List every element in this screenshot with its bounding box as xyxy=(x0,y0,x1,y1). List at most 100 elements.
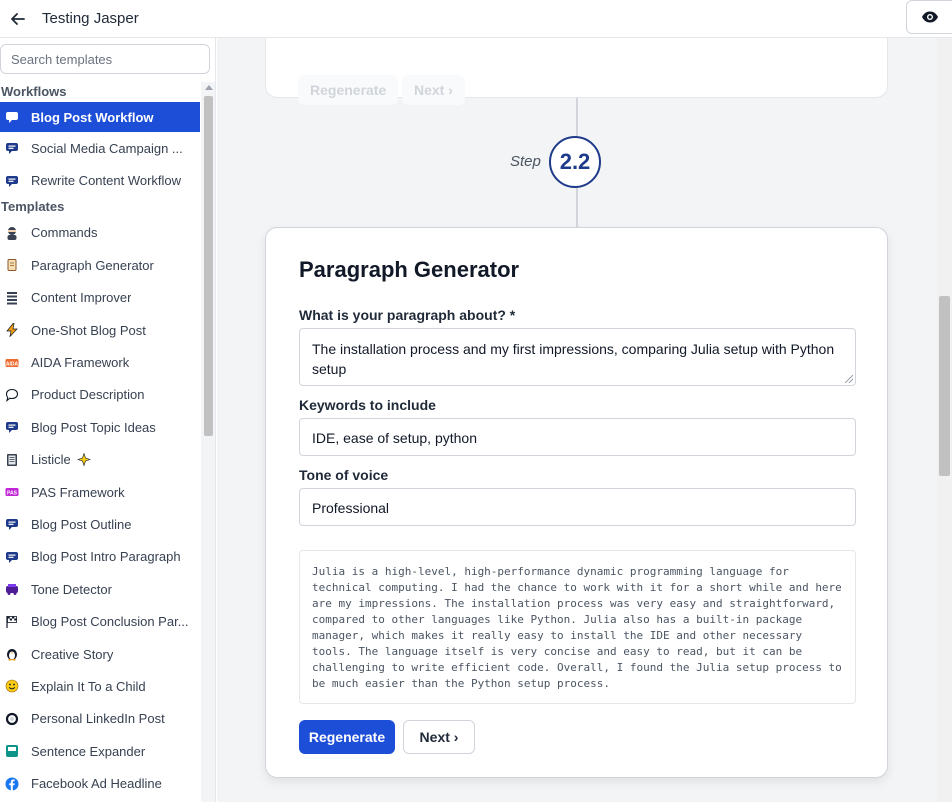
lines-icon xyxy=(5,291,19,305)
sidebar-item-label: AIDA Framework xyxy=(31,355,130,371)
sidebar-item-label: Social Media Campaign ... xyxy=(31,140,183,156)
speech-bubble-icon xyxy=(5,388,19,402)
sidebar-item-sentence-expander[interactable]: Sentence Expander xyxy=(0,735,200,767)
chat-icon xyxy=(5,420,19,434)
sidebar-item-blog-post-topic-ideas[interactable]: Blog Post Topic Ideas xyxy=(0,411,200,443)
sidebar-item-creative-story[interactable]: Creative Story xyxy=(0,638,200,670)
tone-label: Tone of voice xyxy=(299,467,389,483)
regenerate-button[interactable]: Regenerate xyxy=(299,720,395,754)
tone-icon xyxy=(5,582,19,596)
list-icon xyxy=(5,453,19,467)
penguin-icon xyxy=(5,647,19,661)
step-connector-top xyxy=(576,98,578,138)
flag-icon xyxy=(5,615,19,629)
sidebar-item-blog-post-intro-paragraph[interactable]: Blog Post Intro Paragraph xyxy=(0,541,200,573)
top-bar: Testing Jasper xyxy=(0,0,952,38)
sidebar-item-content-improver[interactable]: Content Improver xyxy=(0,282,200,314)
square-icon xyxy=(5,744,19,758)
paragraph-about-textarea[interactable]: The installation process and my first im… xyxy=(299,328,856,386)
sidebar-item-blog-post-outline[interactable]: Blog Post Outline xyxy=(0,508,200,540)
sidebar-item-label: Tone Detector xyxy=(31,581,112,597)
sidebar-item-one-shot-blog-post[interactable]: One-Shot Blog Post xyxy=(0,314,200,346)
sidebar-item-label: Blog Post Conclusion Par... xyxy=(31,614,189,630)
lightning-icon xyxy=(5,323,19,338)
sidebar-item-aida-framework[interactable]: AIDA AIDA Framework xyxy=(0,346,200,378)
sidebar-item-blog-post-conclusion-par[interactable]: Blog Post Conclusion Par... xyxy=(0,605,200,637)
search-templates-input[interactable] xyxy=(0,44,210,74)
main-scrollbar[interactable] xyxy=(937,38,952,802)
keywords-input[interactable]: IDE, ease of setup, python xyxy=(299,418,856,456)
paragraph-about-label: What is your paragraph about? * xyxy=(299,307,516,323)
tone-value: Professional xyxy=(312,500,390,516)
sidebar-item-facebook-ad-headline[interactable]: Facebook Ad Headline xyxy=(0,767,200,799)
next-button[interactable]: Next › xyxy=(403,720,475,754)
search-wrapper xyxy=(0,44,210,74)
svg-text:AIDA: AIDA xyxy=(6,361,19,367)
sidebar-item-pas-framework[interactable]: PAS PAS Framework xyxy=(0,476,200,508)
sidebar-item-label: Content Improver xyxy=(31,290,132,306)
sidebar-item-commands[interactable]: Commands xyxy=(0,217,200,249)
sidebar-item-label: Blog Post Workflow xyxy=(31,109,154,125)
chat-icon xyxy=(5,517,19,531)
keywords-label: Keywords to include xyxy=(299,397,436,413)
scroll-up-arrow-icon[interactable] xyxy=(205,85,213,90)
sidebar-scrollbar[interactable] xyxy=(201,82,215,802)
sidebar-item-label: Paragraph Generator xyxy=(31,257,154,273)
eye-icon xyxy=(921,11,938,23)
sidebar-item-paragraph-generator[interactable]: Paragraph Generator xyxy=(0,249,200,281)
paragraph-generator-card: Paragraph Generator What is your paragra… xyxy=(265,227,888,778)
chat-icon xyxy=(5,174,19,188)
sidebar-item-label: Product Description xyxy=(31,387,145,403)
previous-next-button[interactable]: Next › xyxy=(402,75,465,105)
step-label: Step xyxy=(510,153,541,170)
document-title[interactable]: Testing Jasper xyxy=(42,10,139,27)
sidebar-item-label: Creative Story xyxy=(31,646,114,662)
sidebar-item-social-media-campaign[interactable]: Social Media Campaign ... xyxy=(0,132,200,164)
preview-button[interactable] xyxy=(906,0,952,34)
sidebar-item-label: Blog Post Outline xyxy=(31,516,132,532)
sidebar-item-label: Facebook Ad Headline xyxy=(31,776,162,792)
previous-step-card: Regenerate Next › xyxy=(265,38,888,105)
sidebar-item-label: PAS Framework xyxy=(31,484,125,500)
sidebar-item-explain-it-to-a-child[interactable]: Explain It To a Child xyxy=(0,670,200,702)
step-number: 2.2 xyxy=(559,149,591,174)
sidebar-item-personal-linkedin-post[interactable]: Personal LinkedIn Post xyxy=(0,703,200,735)
svg-text:PAS: PAS xyxy=(7,490,18,496)
sparkle-icon xyxy=(76,452,91,467)
ring-icon xyxy=(5,712,19,726)
sidebar-item-label: Explain It To a Child xyxy=(31,678,146,694)
sidebar-item-label: Personal LinkedIn Post xyxy=(31,711,165,727)
chat-icon xyxy=(5,110,19,124)
smiley-icon xyxy=(5,679,19,693)
sidebar-item-product-description[interactable]: Product Description xyxy=(0,379,200,411)
aida-icon: AIDA xyxy=(5,356,19,370)
step-connector-bottom xyxy=(576,188,578,228)
card-title: Paragraph Generator xyxy=(299,257,520,282)
sidebar-item-label: Sentence Expander xyxy=(31,743,146,759)
generated-output[interactable]: Julia is a high-level, high-performance … xyxy=(299,550,856,704)
sidebar-scrollbar-thumb[interactable] xyxy=(204,96,213,436)
paragraph-about-value: The installation process and my first im… xyxy=(312,341,835,377)
sidebar-item-listicle[interactable]: Listicle xyxy=(0,444,200,476)
back-button[interactable] xyxy=(4,5,32,33)
templates-heading: Templates xyxy=(1,198,65,214)
workflow-canvas: Regenerate Next › Step 2.2 Paragraph Gen… xyxy=(217,38,937,802)
workflows-heading: Workflows xyxy=(1,84,67,99)
sidebar-item-label: Blog Post Intro Paragraph xyxy=(31,549,181,565)
sidebar-item-rewrite-content-workflow[interactable]: Rewrite Content Workflow xyxy=(0,164,200,196)
chat-icon xyxy=(5,141,19,155)
facebook-icon xyxy=(5,777,19,791)
tone-input[interactable]: Professional xyxy=(299,488,856,526)
sidebar-item-tone-detector[interactable]: Tone Detector xyxy=(0,573,200,605)
arrow-left-icon xyxy=(11,12,25,25)
sidebar-item-label: Rewrite Content Workflow xyxy=(31,173,182,189)
scroll-icon xyxy=(5,258,19,272)
pas-icon: PAS xyxy=(5,485,19,499)
sidebar-item-blog-post-workflow[interactable]: Blog Post Workflow xyxy=(0,102,200,132)
main-scrollbar-thumb[interactable] xyxy=(939,296,950,476)
chat-icon xyxy=(5,550,19,564)
sidebar-item-label: Blog Post Topic Ideas xyxy=(31,419,156,435)
previous-regenerate-button[interactable]: Regenerate xyxy=(298,75,399,105)
templates-sidebar: Workflows Blog Post Workflow Social Media… xyxy=(0,38,216,802)
resize-handle-icon[interactable] xyxy=(845,375,853,383)
